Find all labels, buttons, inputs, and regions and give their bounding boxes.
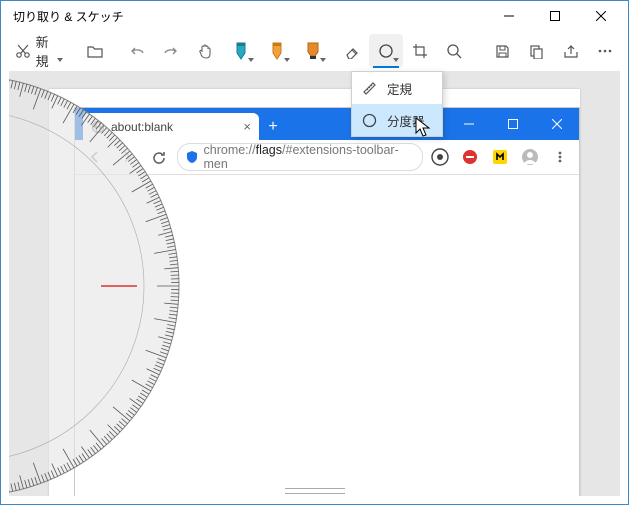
site-info-icon — [186, 150, 198, 164]
window-title: 切り取り & スケッチ — [13, 8, 124, 25]
extension-icon-2 — [457, 144, 483, 170]
tab-close-icon: × — [243, 119, 251, 134]
address-bar: chrome://flags/#extensions-toolbar-men — [177, 143, 423, 171]
crop-button[interactable] — [403, 34, 437, 68]
tab-title: about:blank — [111, 120, 173, 134]
copy-icon — [529, 44, 544, 59]
ruler-option-label: 定規 — [387, 79, 412, 98]
globe-icon — [91, 120, 105, 134]
copy-button[interactable] — [520, 34, 554, 68]
pen-orange-icon — [271, 41, 283, 61]
new-snip-button[interactable]: 新規 — [7, 34, 67, 68]
more-icon — [597, 43, 613, 59]
save-button[interactable] — [486, 34, 520, 68]
highlighter-button[interactable] — [296, 34, 330, 68]
extension-icon-1 — [427, 144, 453, 170]
highlighter-icon — [306, 41, 320, 61]
touch-writing-button[interactable] — [188, 34, 222, 68]
folder-icon — [87, 44, 103, 58]
crop-icon — [412, 43, 428, 59]
open-file-button[interactable] — [78, 34, 112, 68]
share-button[interactable] — [554, 34, 588, 68]
eraser-icon — [344, 43, 360, 59]
save-icon — [495, 44, 510, 59]
undo-button[interactable] — [120, 34, 154, 68]
back-icon — [81, 143, 109, 171]
magnifier-icon — [446, 43, 462, 59]
ruler-button[interactable] — [369, 34, 403, 68]
new-tab-button: + — [259, 113, 287, 140]
browser-maximize — [491, 108, 535, 140]
image-resize-handle[interactable] — [285, 488, 345, 494]
reload-icon — [145, 143, 173, 171]
browser-window: about:blank × + chrome://flags/#extensio… — [74, 107, 580, 496]
extension-icon-3 — [487, 144, 513, 170]
ruler-straight-icon — [362, 81, 377, 96]
new-snip-label: 新規 — [36, 32, 60, 70]
browser-close — [535, 108, 579, 140]
profile-icon — [517, 144, 543, 170]
mouse-cursor — [415, 117, 431, 139]
undo-icon — [129, 44, 145, 58]
share-icon — [563, 44, 579, 59]
circle-icon — [378, 43, 394, 59]
window-titlebar: 切り取り & スケッチ — [1, 1, 628, 31]
zoom-button[interactable] — [437, 34, 471, 68]
redo-icon — [163, 44, 179, 58]
protractor-icon — [362, 113, 377, 128]
ruler-option-straight[interactable]: 定規 — [352, 72, 442, 104]
forward-icon — [113, 143, 141, 171]
window-minimize[interactable] — [486, 1, 532, 31]
window-maximize[interactable] — [532, 1, 578, 31]
redo-button[interactable] — [154, 34, 188, 68]
captured-image: about:blank × + chrome://flags/#extensio… — [49, 89, 580, 496]
pencil-button[interactable] — [260, 34, 294, 68]
chrome-menu-icon — [547, 144, 573, 170]
scissors-icon — [15, 43, 30, 59]
hand-icon — [196, 42, 214, 60]
app-toolbar: 新規 — [1, 31, 628, 71]
canvas-area[interactable]: about:blank × + chrome://flags/#extensio… — [9, 71, 620, 496]
ballpoint-pen-button[interactable] — [224, 34, 258, 68]
window-close[interactable] — [578, 1, 624, 31]
eraser-button[interactable] — [335, 34, 369, 68]
more-button[interactable] — [588, 34, 622, 68]
browser-minimize — [447, 108, 491, 140]
browser-tab: about:blank × — [83, 113, 259, 140]
pen-blue-icon — [235, 41, 247, 61]
